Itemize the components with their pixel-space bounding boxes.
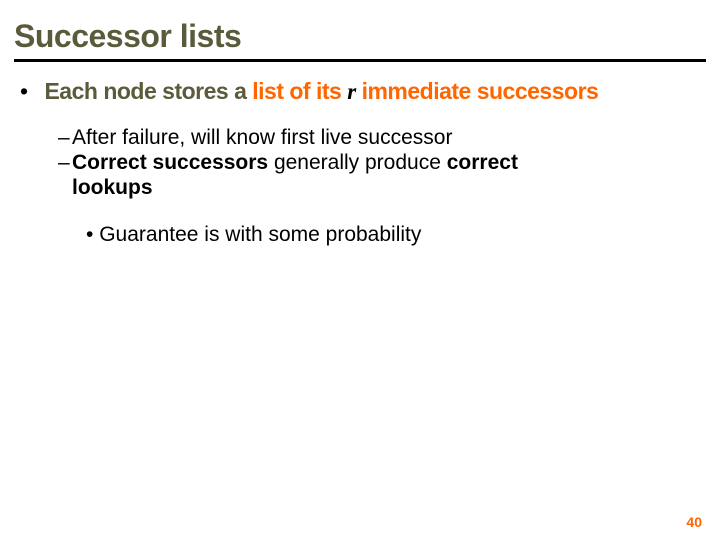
slide: Successor lists • Each node stores a lis…	[0, 0, 720, 540]
bullet-dot: •	[86, 223, 93, 246]
bullet1-text: Each node stores a list of its r immedia…	[44, 78, 598, 104]
bullet1-list: list of its	[252, 78, 341, 104]
bullet-dot: •	[20, 78, 28, 104]
bullet-level2: –After failure, will know first live suc…	[58, 125, 706, 201]
bullet1-r: r	[347, 79, 355, 104]
bullet1-prefix: Each node stores a	[44, 78, 246, 104]
sub-line2-cont: lookups	[58, 175, 706, 200]
sub-line1-text: After failure, will know first live succ…	[72, 126, 452, 149]
dash-icon: –	[58, 125, 72, 150]
bullet1-highlight: list of its r immediate successors	[252, 78, 598, 104]
sub-line2: –Correct successors generally produce co…	[58, 150, 706, 175]
sub-line2-b: generally produce	[268, 151, 447, 174]
sub-line2-a: Correct successors	[72, 151, 268, 174]
bullet-level3: • Guarantee is with some probability	[86, 223, 706, 247]
slide-title: Successor lists	[14, 18, 706, 55]
sub-line2-c: correct	[447, 151, 518, 174]
title-rule	[14, 59, 706, 62]
sub-line2-d: lookups	[72, 176, 153, 199]
dash-icon: –	[58, 150, 72, 175]
page-number: 40	[686, 514, 702, 530]
sub-line1: –After failure, will know first live suc…	[58, 125, 706, 150]
sub2-text: Guarantee is with some probability	[99, 223, 421, 246]
bullet-level1: • Each node stores a list of its r immed…	[20, 78, 706, 105]
bullet1-tail: immediate successors	[362, 78, 599, 104]
